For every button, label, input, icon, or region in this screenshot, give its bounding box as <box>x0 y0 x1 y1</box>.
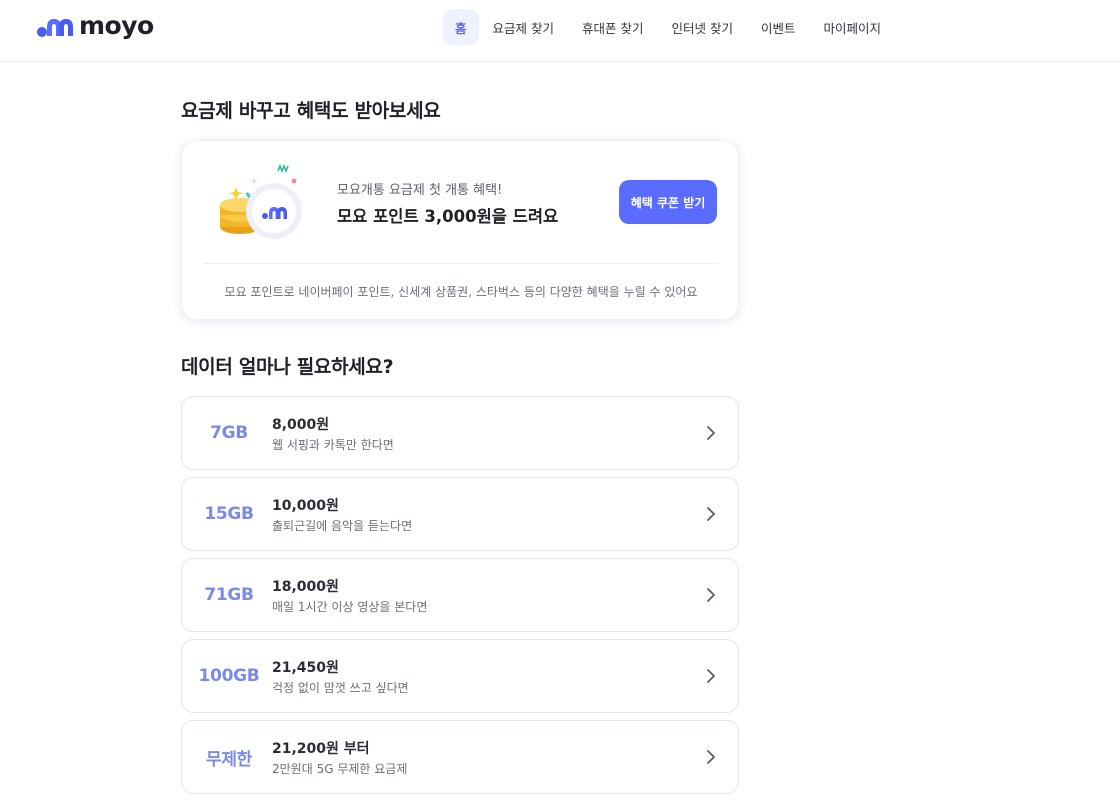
chevron-right-icon <box>707 669 715 683</box>
nav-item-event[interactable]: 이벤트 <box>747 9 810 45</box>
nav-item-find-internet[interactable]: 인터넷 찾기 <box>657 9 746 45</box>
logo-text: moyo <box>79 11 154 40</box>
promo-subtitle: 모요개통 요금제 첫 개통 혜택! <box>337 183 503 198</box>
plan-description: 걱정 없이 맘껏 쓰고 싶다면 <box>272 681 409 695</box>
plan-price: 10,000원 <box>272 498 339 514</box>
coin-point-icon <box>220 163 302 239</box>
nav-item-mypage[interactable]: 마이페이지 <box>809 9 895 45</box>
main-nav: 홈 요금제 찾기 휴대폰 찾기 인터넷 찾기 이벤트 마이페이지 <box>443 9 895 45</box>
moyo-logo-icon <box>37 19 73 37</box>
plan-description: 2만원대 5G 무제한 요금제 <box>272 762 408 776</box>
plan-card-unlimited[interactable]: 무제한 21,200원 부터 2만원대 5G 무제한 요금제 <box>181 720 739 794</box>
chevron-right-icon <box>707 588 715 602</box>
promo-card: 모요개통 요금제 첫 개통 혜택! 모요 포인트 3,000원을 드려요 혜택 … <box>181 140 739 320</box>
promo-note: 모요 포인트로 네이버페이 포인트, 신세계 상품권, 스타벅스 등의 다양한 … <box>224 285 698 299</box>
plan-description: 출퇴근길에 음악을 듣는다면 <box>272 519 413 533</box>
nav-item-find-phone[interactable]: 휴대폰 찾기 <box>568 9 657 45</box>
plan-price: 8,000원 <box>272 417 330 433</box>
plan-price: 18,000원 <box>272 579 339 595</box>
plan-card-15gb[interactable]: 15GB 10,000원 출퇴근길에 음악을 듣는다면 <box>181 477 739 551</box>
plan-data-amount: 15GB <box>204 504 254 524</box>
nav-item-home[interactable]: 홈 <box>443 9 479 45</box>
plan-data-amount: 71GB <box>204 585 254 605</box>
chevron-right-icon <box>707 507 715 521</box>
promo-section-title: 요금제 바꾸고 혜택도 받아보세요 <box>181 100 441 122</box>
nav-item-find-plan[interactable]: 요금제 찾기 <box>479 9 568 45</box>
plan-card-7gb[interactable]: 7GB 8,000원 웹 서핑과 카톡만 한다면 <box>181 396 739 470</box>
divider <box>204 263 718 264</box>
plan-data-amount: 100GB <box>198 666 260 686</box>
chevron-right-icon <box>707 426 715 440</box>
plan-card-100gb[interactable]: 100GB 21,450원 걱정 없이 맘껏 쓰고 싶다면 <box>181 639 739 713</box>
plan-data-amount: 무제한 <box>205 749 253 770</box>
data-section-title: 데이터 얼마나 필요하세요? <box>181 356 394 378</box>
logo[interactable]: moyo <box>37 12 154 40</box>
plan-price: 21,200원 부터 <box>272 741 370 757</box>
plan-description: 매일 1시간 이상 영상을 본다면 <box>272 600 428 614</box>
plan-price: 21,450원 <box>272 660 339 676</box>
plan-data-amount: 7GB <box>210 423 248 443</box>
header: moyo 홈 요금제 찾기 휴대폰 찾기 인터넷 찾기 이벤트 마이페이지 <box>0 0 1120 62</box>
plan-card-71gb[interactable]: 71GB 18,000원 매일 1시간 이상 영상을 본다면 <box>181 558 739 632</box>
promo-headline: 모요 포인트 3,000원을 드려요 <box>337 207 559 226</box>
get-coupon-button[interactable]: 혜택 쿠폰 받기 <box>619 180 717 224</box>
chevron-right-icon <box>707 750 715 764</box>
plan-description: 웹 서핑과 카톡만 한다면 <box>272 438 394 452</box>
